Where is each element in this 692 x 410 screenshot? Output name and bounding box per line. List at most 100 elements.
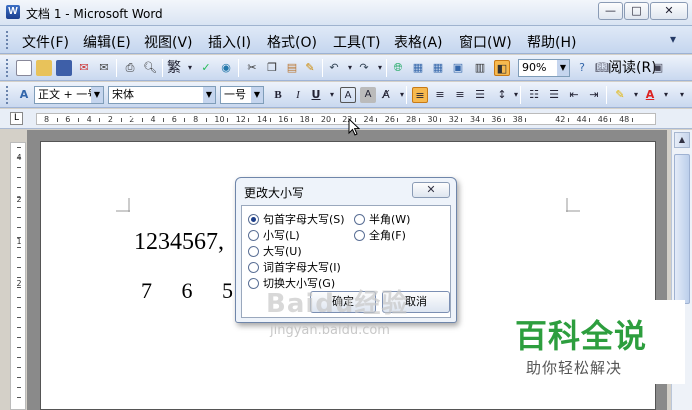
spelling-icon[interactable]: ✓ <box>198 60 214 76</box>
crop-mark-top-right <box>566 198 580 212</box>
bold-icon[interactable]: B <box>270 87 286 103</box>
paste-icon[interactable]: ▤ <box>284 60 300 76</box>
traditional-simplified-button[interactable]: 繁 <box>166 60 182 76</box>
scroll-thumb[interactable] <box>674 154 690 304</box>
zoom-select[interactable]: 90% ▼ <box>518 59 570 77</box>
menu-options-icon[interactable]: ▾ <box>670 32 676 46</box>
style-select[interactable]: 正文 + 一号 ▼ <box>34 86 104 104</box>
new-document-icon[interactable] <box>16 60 32 76</box>
format-painter-icon[interactable]: ✎ <box>302 60 318 76</box>
radio-button[interactable] <box>354 229 365 241</box>
underline-icon[interactable]: U <box>308 87 324 103</box>
toolbar-grip[interactable] <box>6 59 10 77</box>
print-preview-icon[interactable]: 🔍︎ <box>142 60 158 76</box>
menu-edit[interactable]: 编辑(E) <box>83 32 131 52</box>
numbering-icon[interactable]: ☷ <box>526 87 542 103</box>
menu-view[interactable]: 视图(V) <box>144 32 193 52</box>
ruler-tick <box>397 118 399 122</box>
char-border-icon[interactable]: A <box>340 87 356 103</box>
insert-table-icon[interactable]: ▦ <box>430 60 446 76</box>
vruler-tick <box>17 267 21 268</box>
document-map-icon[interactable]: ◧ <box>494 60 510 76</box>
toolbar-more-icon[interactable]: ▣ <box>650 60 666 76</box>
styles-formatting-icon[interactable]: A <box>16 87 32 103</box>
radio-button[interactable] <box>354 213 365 225</box>
undo-icon[interactable]: ↶ <box>326 60 342 76</box>
insert-excel-icon[interactable]: ▣ <box>450 60 466 76</box>
chevron-down-icon[interactable]: ▼ <box>91 87 103 103</box>
vertical-ruler[interactable]: 4212 <box>10 142 26 410</box>
dialog-close-button[interactable]: ✕ <box>412 182 450 198</box>
help-icon[interactable]: ? <box>574 60 590 76</box>
close-button[interactable]: ✕ <box>650 2 688 20</box>
first-line-indent-marker[interactable] <box>129 114 139 119</box>
word-app-icon[interactable]: W <box>6 5 20 19</box>
vruler-tick <box>17 197 21 198</box>
save-icon[interactable] <box>56 60 72 76</box>
highlight-icon[interactable]: ✎ <box>612 87 628 103</box>
print-icon[interactable]: ⎙ <box>122 60 138 76</box>
vruler-tick <box>17 347 21 348</box>
tables-borders-icon[interactable]: ▦ <box>410 60 426 76</box>
menu-table[interactable]: 表格(A) <box>394 32 443 52</box>
open-folder-icon[interactable] <box>36 60 52 76</box>
vruler-tick <box>17 357 21 358</box>
option-title-case[interactable]: 词首字母大写(I) <box>248 259 341 275</box>
toolbar-grip[interactable] <box>6 86 10 104</box>
bullets-icon[interactable]: ☰ <box>546 87 562 103</box>
ruler-tick <box>312 118 314 122</box>
document-text-line-1[interactable]: 1234567, <box>134 229 224 256</box>
radio-button[interactable] <box>248 229 259 241</box>
minimize-button[interactable]: — <box>598 2 623 20</box>
menu-file[interactable]: 文件(F) <box>22 32 69 52</box>
option-lowercase[interactable]: 小写(L) <box>248 227 300 243</box>
research-icon[interactable]: ◉ <box>218 60 234 76</box>
chevron-down-icon[interactable]: ▼ <box>203 87 215 103</box>
font-color-dropdown-icon[interactable]: ▾ <box>658 87 674 103</box>
option-sentence-case[interactable]: 句首字母大写(S) <box>248 211 345 227</box>
cut-icon[interactable]: ✂ <box>244 60 260 76</box>
align-center-icon[interactable]: ≡ <box>432 87 448 103</box>
copy-icon[interactable]: ❐ <box>264 60 280 76</box>
font-select[interactable]: 宋体 ▼ <box>108 86 216 104</box>
radio-button[interactable] <box>248 277 259 289</box>
underline-dropdown-icon[interactable]: ▾ <box>324 87 340 103</box>
maximize-button[interactable]: □ <box>624 2 649 20</box>
chevron-down-icon[interactable]: ▼ <box>251 87 263 103</box>
italic-icon[interactable]: I <box>290 87 306 103</box>
chevron-down-icon[interactable]: ▼ <box>557 60 569 76</box>
justify-icon[interactable]: ☰ <box>472 87 488 103</box>
menu-format[interactable]: 格式(O) <box>267 32 317 52</box>
menu-tools[interactable]: 工具(T) <box>333 32 380 52</box>
align-left-icon[interactable]: ≡ <box>412 87 428 103</box>
toolbar-options-icon[interactable]: ▾ <box>674 87 690 103</box>
menu-help[interactable]: 帮助(H) <box>527 32 576 52</box>
menu-insert[interactable]: 插入(I) <box>208 32 251 52</box>
line-spacing-dropdown-icon[interactable]: ▾ <box>508 87 524 103</box>
option-half-width[interactable]: 半角(W) <box>354 211 410 227</box>
menu-window[interactable]: 窗口(W) <box>459 32 512 52</box>
dropdown-arrow-icon[interactable]: ▾ <box>182 60 198 76</box>
menu-grip[interactable] <box>6 31 10 49</box>
ruler-strip[interactable]: 8 6 4 2 2 4 6 8 10 12 14 16 18 20 22 24 26 28 30 32 34 36 38 42… <box>36 113 656 125</box>
char-scaling-icon[interactable]: A̸ <box>378 87 394 103</box>
radio-button[interactable] <box>248 213 259 225</box>
font-size-select[interactable]: 一号 ▼ <box>220 86 264 104</box>
hyperlink-icon[interactable]: 🌐︎ <box>390 60 406 76</box>
font-color-icon[interactable]: A <box>642 87 658 103</box>
scaling-dropdown-icon[interactable]: ▾ <box>394 87 410 103</box>
redo-icon[interactable]: ↷ <box>356 60 372 76</box>
align-right-icon[interactable]: ≡ <box>452 87 468 103</box>
option-uppercase[interactable]: 大写(U) <box>248 243 302 259</box>
columns-icon[interactable]: ▥ <box>472 60 488 76</box>
radio-button[interactable] <box>248 245 259 257</box>
increase-indent-icon[interactable]: ⇥ <box>586 87 602 103</box>
permission-icon[interactable]: ✉ <box>76 60 92 76</box>
char-shading-icon[interactable]: A <box>360 87 376 103</box>
radio-button[interactable] <box>248 261 259 273</box>
tab-selector[interactable]: L <box>10 112 23 125</box>
option-full-width[interactable]: 全角(F) <box>354 227 406 243</box>
email-icon[interactable]: ✉ <box>96 60 112 76</box>
scroll-up-icon[interactable]: ▲ <box>674 132 690 148</box>
decrease-indent-icon[interactable]: ⇤ <box>566 87 582 103</box>
